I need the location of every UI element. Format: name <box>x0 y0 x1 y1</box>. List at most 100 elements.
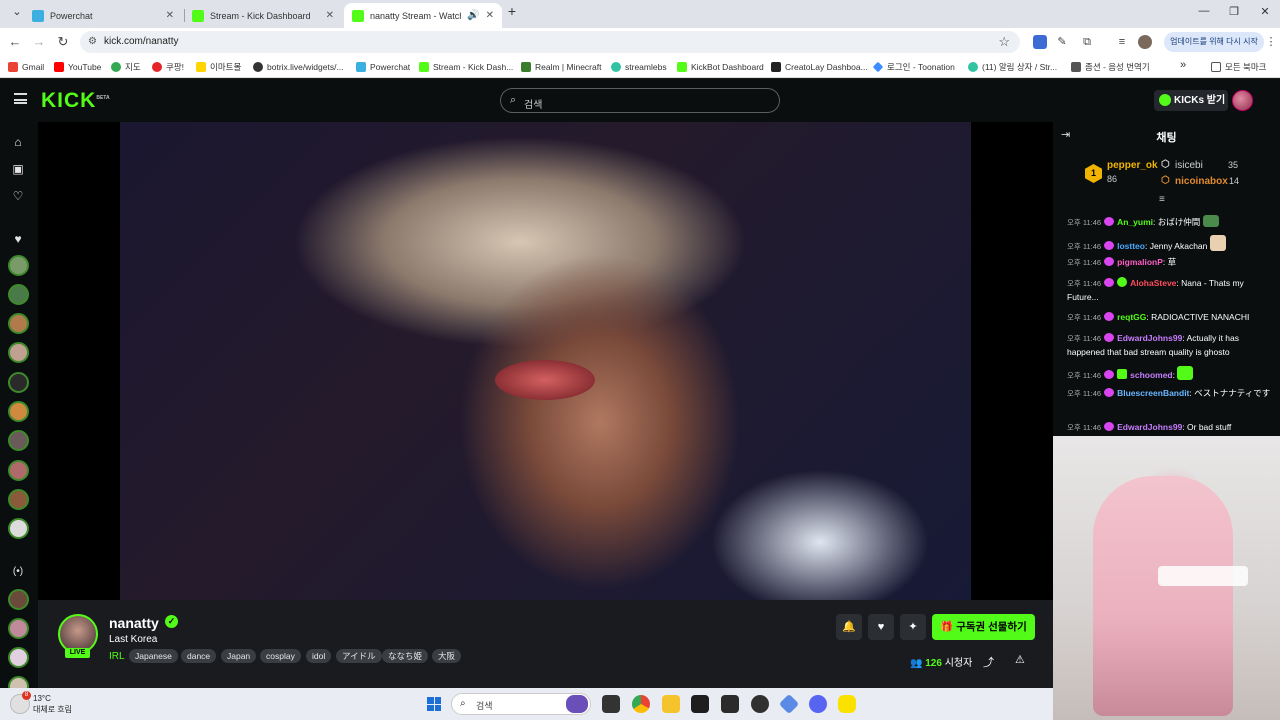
recommended-channel-avatar[interactable] <box>8 647 29 668</box>
bookmarks-more-icon[interactable]: » <box>1180 59 1186 71</box>
forward-icon[interactable]: → <box>31 34 47 50</box>
stream-tag[interactable]: ななち姫 <box>382 649 429 663</box>
expand-leaderboard-icon[interactable]: ≡ <box>1159 194 1165 205</box>
followed-channel-avatar[interactable] <box>8 430 29 451</box>
bookmark-item[interactable]: (11) 알림 상자 / Str... <box>968 61 1057 73</box>
new-tab-icon[interactable]: + <box>503 3 521 19</box>
bookmark-item[interactable]: 쿠팡! <box>152 61 184 73</box>
user-avatar[interactable] <box>1232 90 1253 111</box>
obs-icon[interactable] <box>751 695 769 713</box>
maximize-icon[interactable]: ❐ <box>1225 5 1243 18</box>
verified-icon: ✓ <box>165 615 178 628</box>
get-kicks-button[interactable]: KICKs 받기 <box>1154 90 1228 111</box>
notification-bell-button[interactable]: 🔔 <box>836 614 862 640</box>
kick-logo[interactable]: KICKBETA <box>41 89 110 113</box>
bookmark-item[interactable]: 좀션 - 음성 번역기 <box>1071 61 1150 73</box>
followed-channel-avatar[interactable] <box>8 284 29 305</box>
terminal-icon[interactable] <box>721 695 739 713</box>
discord-icon[interactable] <box>809 695 827 713</box>
stream-tag[interactable]: Japanese <box>129 649 178 663</box>
app-icon[interactable] <box>778 693 800 715</box>
task-view-icon[interactable] <box>602 695 620 713</box>
update-button[interactable]: 업데이트를 위해 다시 시작 <box>1164 32 1264 52</box>
extensions-puzzle-icon[interactable]: ⧉ <box>1080 35 1094 49</box>
extension-icon[interactable] <box>1033 35 1047 49</box>
stream-tag[interactable]: cosplay <box>260 649 301 663</box>
profile-avatar[interactable] <box>1138 35 1152 49</box>
menu-icon[interactable] <box>14 93 27 104</box>
bookmark-item[interactable]: Stream - Kick Dash... <box>419 61 513 73</box>
close-window-icon[interactable]: ✕ <box>1256 5 1274 18</box>
followed-channel-avatar[interactable] <box>8 342 29 363</box>
close-icon[interactable]: ✕ <box>166 10 174 21</box>
close-icon[interactable]: ✕ <box>326 10 334 21</box>
reload-icon[interactable]: ↻ <box>55 34 71 50</box>
all-bookmarks-folder[interactable]: 모든 북마크 <box>1211 61 1266 73</box>
tab-nanatty-stream[interactable]: nanatty Stream - Watch Li 🔊 ✕ <box>344 3 502 28</box>
stream-video[interactable] <box>120 122 971 600</box>
file-explorer-icon[interactable] <box>662 695 680 713</box>
close-icon[interactable]: ✕ <box>486 10 494 21</box>
beta-label: BETA <box>96 95 110 101</box>
tab-kick-dashboard[interactable]: Stream - Kick Dashboard ✕ <box>184 3 342 28</box>
leaderboard-user[interactable]: isicebi <box>1175 160 1203 171</box>
sparkle-button[interactable]: ✦ <box>900 614 926 640</box>
followed-channel-avatar[interactable] <box>8 401 29 422</box>
browse-icon[interactable]: ▣ <box>10 161 26 177</box>
search-input[interactable]: ⌕ 검색 <box>500 88 780 113</box>
app-icon[interactable] <box>691 695 709 713</box>
windows-start-icon[interactable] <box>427 697 441 711</box>
chrome-icon[interactable] <box>632 695 650 713</box>
report-warning-icon[interactable]: ⚠ <box>1015 653 1025 666</box>
video-player[interactable] <box>38 122 1053 600</box>
followed-channel-avatar[interactable] <box>8 313 29 334</box>
bookmark-item[interactable]: Realm | Minecraft <box>521 61 601 73</box>
bookmark-item[interactable]: 지도 <box>111 61 141 73</box>
stream-tag[interactable]: idol <box>306 649 332 663</box>
address-bar[interactable]: ⚙ kick.com/nanatty ☆ <box>80 31 1020 53</box>
recommended-channel-avatar[interactable] <box>8 589 29 610</box>
speaker-icon[interactable]: 🔊 <box>467 10 479 21</box>
followed-channel-avatar[interactable] <box>8 372 29 393</box>
recommended-channel-avatar[interactable] <box>8 618 29 639</box>
gift-subscription-button[interactable]: 🎁 구독권 선물하기 <box>932 614 1035 640</box>
stream-category[interactable]: IRL <box>109 651 125 662</box>
bookmark-item[interactable]: botrix.live/widgets/... <box>253 61 344 73</box>
bookmark-item[interactable]: Gmail <box>8 61 44 73</box>
channel-name[interactable]: nanatty <box>109 615 159 631</box>
follow-heart-button[interactable]: ♥ <box>868 614 894 640</box>
tab-search-icon[interactable]: ⌄ <box>8 5 26 18</box>
leaderboard-user[interactable]: pepper_ok <box>1107 160 1158 171</box>
bookmark-item[interactable]: 로그인 - Toonation <box>872 61 955 73</box>
bookmark-item[interactable]: YouTube <box>54 61 101 73</box>
followed-channel-avatar[interactable] <box>8 518 29 539</box>
stream-tag[interactable]: dance <box>181 649 217 663</box>
followed-channel-avatar[interactable] <box>8 255 29 276</box>
followed-channel-avatar[interactable] <box>8 489 29 510</box>
verified-badge-icon <box>1117 277 1128 287</box>
bookmark-item[interactable]: 이마트몰 <box>196 61 241 73</box>
more-menu-icon[interactable]: ⋮ <box>1264 35 1278 49</box>
bookmark-item[interactable]: CreatoLay Dashboa... <box>771 61 868 73</box>
extension-icon[interactable]: ✎ <box>1055 35 1069 49</box>
bookmark-star-icon[interactable]: ☆ <box>998 34 1010 50</box>
share-icon[interactable]: ⤴ <box>983 654 994 670</box>
followed-channel-avatar[interactable] <box>8 460 29 481</box>
bookmark-item[interactable]: KickBot Dashboard <box>677 61 764 73</box>
stream-tag[interactable]: Japan <box>221 649 257 663</box>
bookmark-item[interactable]: streamlebs <box>611 61 667 73</box>
home-icon[interactable]: ⌂ <box>10 134 26 150</box>
tab-powerchat[interactable]: Powerchat ✕ <box>24 3 182 28</box>
back-icon[interactable]: ← <box>7 34 23 50</box>
app-icon[interactable] <box>566 695 588 713</box>
stream-tag[interactable]: 大阪 <box>432 649 462 663</box>
media-control-icon[interactable]: ≡ <box>1115 35 1129 49</box>
site-info-icon[interactable]: ⚙ <box>88 36 97 47</box>
kakaotalk-icon[interactable] <box>838 695 856 713</box>
bookmark-item[interactable]: Powerchat <box>356 61 410 73</box>
stream-tag[interactable]: アイドル <box>336 649 382 663</box>
leaderboard-user[interactable]: nicoinabox <box>1175 176 1228 187</box>
following-heart-icon[interactable]: ♡ <box>10 188 26 204</box>
minimize-icon[interactable]: — <box>1195 5 1213 17</box>
sub-badge-icon <box>1104 370 1115 379</box>
